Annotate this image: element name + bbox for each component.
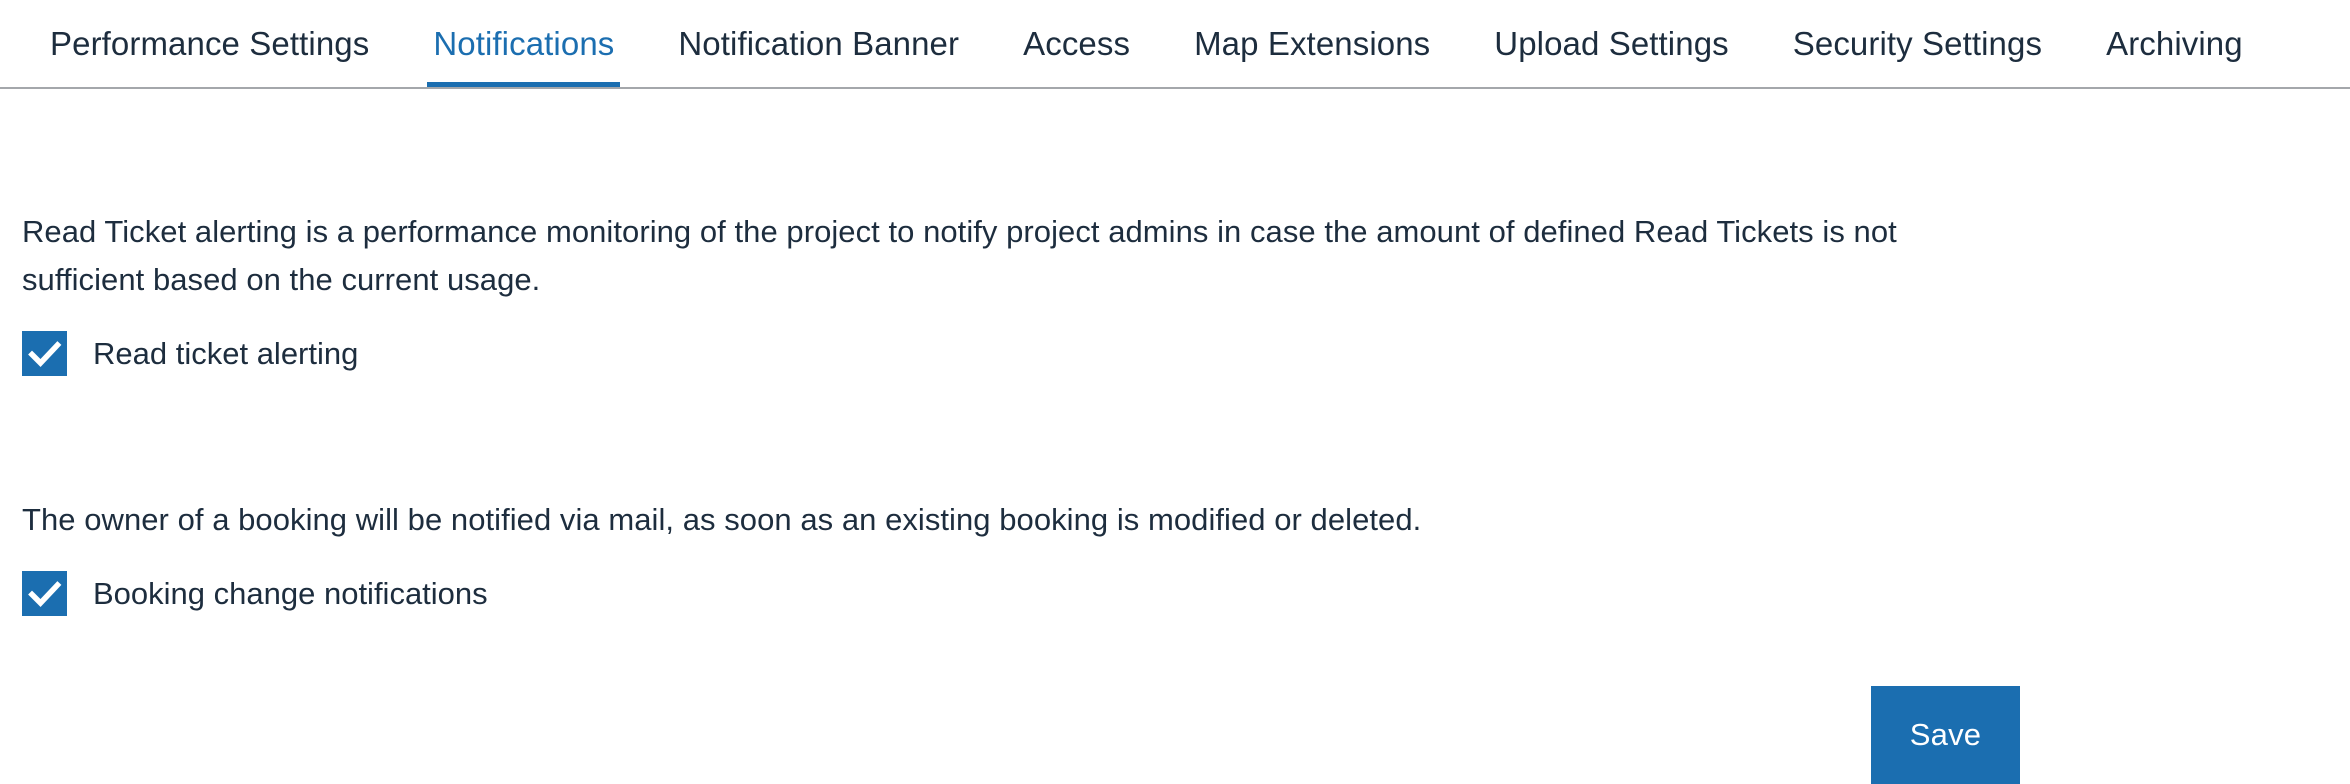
booking-change-notifications-label: Booking change notifications	[93, 576, 488, 611]
tab-access[interactable]: Access	[991, 0, 1162, 87]
tab-performance-settings[interactable]: Performance Settings	[18, 0, 401, 87]
tab-archiving[interactable]: Archiving	[2074, 0, 2275, 87]
tab-security-settings[interactable]: Security Settings	[1761, 0, 2074, 87]
settings-page: Performance Settings Notifications Notif…	[0, 0, 2350, 784]
booking-change-notifications-checkbox[interactable]	[22, 571, 67, 616]
tab-upload-settings[interactable]: Upload Settings	[1462, 0, 1760, 87]
read-ticket-alerting-label: Read ticket alerting	[93, 336, 359, 371]
read-ticket-alerting-checkbox-row[interactable]: Read ticket alerting	[22, 331, 358, 376]
tab-notifications[interactable]: Notifications	[401, 0, 646, 87]
read-ticket-description: Read Ticket alerting is a performance mo…	[22, 214, 1897, 297]
checkmark-icon	[28, 581, 62, 607]
tab-map-extensions[interactable]: Map Extensions	[1162, 0, 1462, 87]
booking-change-description: The owner of a booking will be notified …	[22, 502, 1422, 537]
tab-notification-banner[interactable]: Notification Banner	[646, 0, 991, 87]
settings-tabbar: Performance Settings Notifications Notif…	[0, 0, 2350, 89]
booking-change-notifications-checkbox-row[interactable]: Booking change notifications	[22, 571, 488, 616]
notifications-panel: Read Ticket alerting is a performance mo…	[0, 89, 2350, 784]
read-ticket-alerting-checkbox[interactable]	[22, 331, 67, 376]
checkmark-icon	[28, 341, 62, 367]
save-button[interactable]: Save	[1871, 686, 2020, 784]
